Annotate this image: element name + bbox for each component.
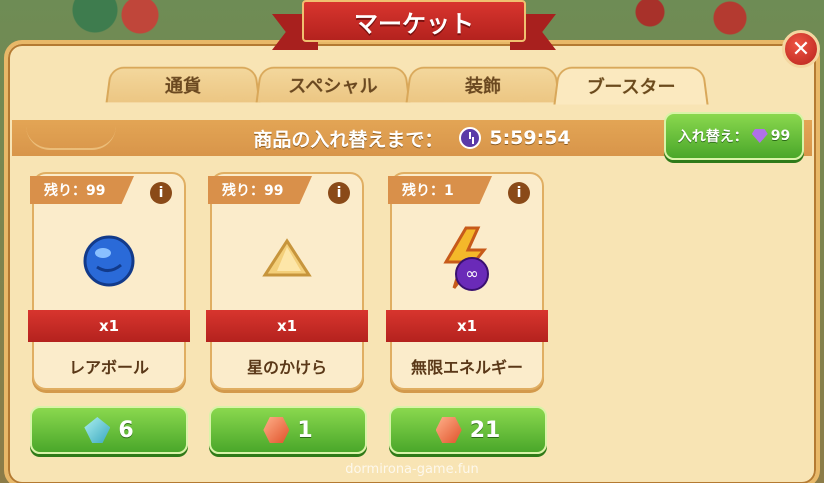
buy-button-rare-ball[interactable]: 6 [30,406,188,454]
tab-bar: 通貨 スペシャル 装飾 ブースター [108,66,718,102]
tab-decoration[interactable]: 装飾 [406,67,561,103]
item-card-rare-ball[interactable]: 残り：99 i x1 レアボール [32,172,186,390]
ornament-decoration [26,126,116,150]
buy-button-infinite-energy[interactable]: 21 [389,406,547,454]
orange-gem-icon [436,417,462,443]
watermark: dormirona-game.fun [330,462,494,477]
price: 6 [118,418,133,443]
quantity-label: x1 [28,310,190,342]
title-ribbon: マーケット [272,0,556,50]
item-card-infinite-energy[interactable]: 残り：1 i ∞ x1 無限エネルギー [390,172,544,390]
info-icon[interactable]: i [328,182,350,204]
tab-currency[interactable]: 通貨 [106,67,261,103]
purple-gem-icon [752,129,768,143]
refresh-label: 入れ替え： [678,126,748,146]
buy-button-star-fragment[interactable]: 1 [209,406,367,454]
item-name: レアボール [34,346,184,386]
remaining-badge: 残り：1 [388,176,492,204]
info-icon[interactable]: i [150,182,172,204]
svg-text:∞: ∞ [465,264,478,283]
refresh-cost: 99 [771,128,790,144]
star-fragment-icon [212,214,362,308]
quantity-label: x1 [206,310,368,342]
remaining-badge: 残り：99 [30,176,134,204]
tab-booster[interactable]: ブースター [553,67,708,105]
refresh-button[interactable]: 入れ替え： 99 [664,112,804,160]
infinite-energy-icon: ∞ [392,214,542,308]
price: 21 [470,418,501,443]
rare-ball-icon [34,214,184,308]
orange-gem-icon [263,417,289,443]
blue-crystal-icon [84,417,110,443]
item-name: 星のかけら [212,346,362,386]
price: 1 [297,418,312,443]
timer-value: 5:59:54 [489,127,570,149]
tab-special[interactable]: スペシャル [256,67,411,103]
item-name: 無限エネルギー [392,346,542,386]
page-title: マーケット [302,0,526,42]
remaining-badge: 残り：99 [208,176,312,204]
item-card-star-fragment[interactable]: 残り：99 i x1 星のかけら [210,172,364,390]
close-button[interactable]: ✕ [782,30,820,68]
clock-icon [459,127,481,149]
timer-label: 商品の入れ替えまで： [253,125,443,152]
info-icon[interactable]: i [508,182,530,204]
quantity-label: x1 [386,310,548,342]
